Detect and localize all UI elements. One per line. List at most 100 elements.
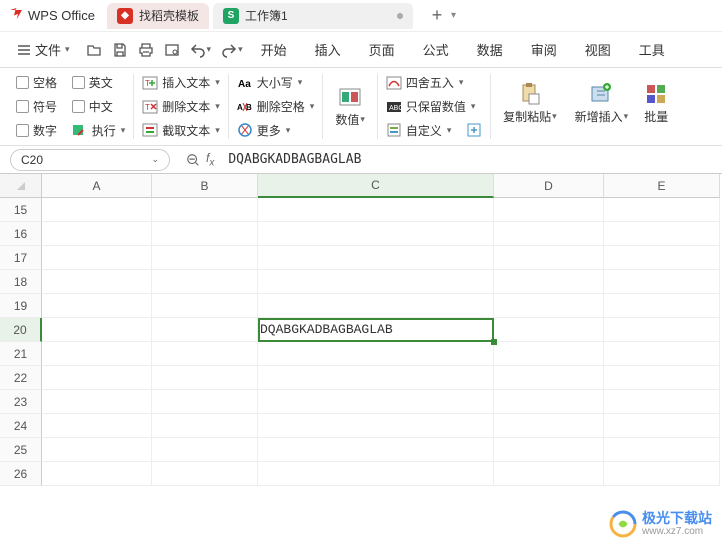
watermark-logo-icon (608, 509, 638, 539)
file-menu-label: 文件 (35, 40, 61, 59)
col-header-e[interactable]: E (604, 174, 720, 198)
row-header[interactable]: 17 (0, 246, 42, 270)
ribbon-group-number: 四舍五入▾ ABC只保留数值▾ 自定义▾ (378, 74, 491, 139)
row-header-active[interactable]: 20 (0, 318, 42, 342)
delete-space-button[interactable]: AB删除空格▾ (237, 98, 315, 116)
checkbox-space[interactable] (16, 76, 29, 89)
hamburger-icon (16, 42, 32, 58)
grid-body[interactable]: DQABGKADBAGBAGLAB (42, 198, 720, 486)
checkbox-chinese[interactable] (72, 100, 85, 113)
more-button[interactable]: 更多▾ (237, 121, 315, 139)
cell-c20[interactable]: DQABGKADBAGBAGLAB (258, 318, 494, 342)
svg-text:Aa: Aa (238, 79, 251, 90)
col-header-c[interactable]: C (258, 174, 494, 198)
extract-text-button[interactable]: 截取文本▾ (142, 121, 220, 139)
copy-paste-button[interactable]: 复制粘贴▾ (499, 80, 561, 127)
delete-text-icon: T (142, 99, 158, 115)
insert-text-label: 插入文本 (162, 74, 210, 91)
watermark: 极光下载站 www.xz7.com (608, 509, 712, 539)
row-header[interactable]: 16 (0, 222, 42, 246)
batch-button[interactable]: 批量 (642, 80, 670, 127)
ribbon-group-actions: 复制粘贴▾ 新增插入▾ 批量 (491, 74, 678, 139)
custom-button[interactable]: 自定义▾ (386, 121, 482, 139)
svg-text:A: A (237, 103, 243, 112)
name-box[interactable]: C20 ⌄ (10, 149, 170, 171)
app-title: WPS Office (8, 8, 95, 24)
ribbon: 空格 英文 符号 中文 数字 执行▾ T插入文本▾ T删除文本▾ 截取文本▾ A… (0, 68, 722, 146)
add-custom-icon[interactable] (466, 122, 482, 138)
redo-icon[interactable] (221, 42, 237, 58)
value-icon (338, 85, 362, 109)
insert-new-button[interactable]: 新增插入▾ (571, 80, 633, 127)
row-header[interactable]: 19 (0, 294, 42, 318)
tab-review[interactable]: 审阅 (531, 40, 557, 59)
tab-insert[interactable]: 插入 (315, 40, 341, 59)
more-label: 更多 (257, 122, 281, 139)
fx-icon[interactable]: fx (206, 151, 214, 168)
redo-dropdown-icon[interactable]: ▾ (238, 44, 243, 55)
tab-template[interactable]: ◆ 找稻壳模板 (107, 3, 209, 29)
row-header[interactable]: 18 (0, 270, 42, 294)
checkbox-english[interactable] (72, 76, 85, 89)
col-header-b[interactable]: B (152, 174, 258, 198)
tab-formula[interactable]: 公式 (423, 40, 449, 59)
preview-icon[interactable] (164, 42, 180, 58)
round-button[interactable]: 四舍五入▾ (386, 74, 482, 92)
tab-start[interactable]: 开始 (261, 40, 287, 59)
quick-access-toolbar: ▾ ▾ (86, 42, 243, 58)
case-icon: Aa (237, 75, 253, 91)
tab-workbook[interactable]: S 工作簿1 (213, 3, 413, 29)
insert-text-icon: T (142, 75, 158, 91)
tab-page[interactable]: 页面 (369, 40, 395, 59)
select-all-corner[interactable] (0, 174, 42, 198)
row-header[interactable]: 25 (0, 438, 42, 462)
menu-tabs: 开始 插入 页面 公式 数据 审阅 视图 工具 (261, 40, 665, 59)
row-header[interactable]: 23 (0, 390, 42, 414)
save-icon[interactable] (112, 42, 128, 58)
undo-dropdown-icon[interactable]: ▾ (207, 44, 212, 55)
fill-handle[interactable] (491, 339, 497, 345)
new-tab-button[interactable]: + (425, 4, 449, 28)
wps-logo-icon (8, 8, 24, 24)
case-button[interactable]: Aa大小写▾ (237, 74, 315, 92)
execute-icon (72, 122, 88, 138)
more-icon (237, 122, 253, 138)
name-box-dropdown-icon[interactable]: ⌄ (151, 154, 159, 165)
formula-bar: C20 ⌄ fx DQABGKADBAGBAGLAB (0, 146, 722, 174)
checkbox-number[interactable] (16, 124, 29, 137)
delete-text-button[interactable]: T删除文本▾ (142, 98, 220, 116)
round-label: 四舍五入 (406, 74, 454, 91)
row-header[interactable]: 15 (0, 198, 42, 222)
row-headers: 15 16 17 18 19 20 21 22 23 24 25 26 (0, 198, 42, 486)
col-header-a[interactable]: A (42, 174, 152, 198)
spreadsheet-icon: S (223, 8, 239, 24)
ribbon-group-value: 数值▾ (323, 74, 378, 139)
undo-icon[interactable] (190, 42, 206, 58)
file-menu-button[interactable]: 文件 ▾ (8, 36, 78, 63)
tab-tools[interactable]: 工具 (639, 40, 665, 59)
print-icon[interactable] (138, 42, 154, 58)
col-header-d[interactable]: D (494, 174, 604, 198)
label-chinese: 中文 (89, 98, 113, 115)
row-header[interactable]: 24 (0, 414, 42, 438)
label-execute[interactable]: 执行 (92, 122, 116, 139)
case-label: 大小写 (257, 74, 293, 91)
row-header[interactable]: 26 (0, 462, 42, 486)
zoom-out-icon[interactable] (186, 153, 200, 167)
insert-text-button[interactable]: T插入文本▾ (142, 74, 220, 92)
app-name-label: WPS Office (28, 8, 95, 23)
keep-number-button[interactable]: ABC只保留数值▾ (386, 98, 482, 116)
tab-data[interactable]: 数据 (477, 40, 503, 59)
formula-input[interactable]: DQABGKADBAGBAGLAB (224, 150, 722, 169)
template-icon: ◆ (117, 8, 133, 24)
value-button[interactable]: 数值▾ (331, 83, 369, 130)
tab-view[interactable]: 视图 (585, 40, 611, 59)
row-header[interactable]: 21 (0, 342, 42, 366)
open-icon[interactable] (86, 42, 102, 58)
menu-row: 文件 ▾ ▾ ▾ 开始 插入 页面 公式 数据 审阅 视图 工具 (0, 32, 722, 68)
delete-space-label: 删除空格 (257, 98, 305, 115)
spreadsheet: A B C D E 15 16 17 18 19 20 21 22 23 24 … (0, 174, 722, 519)
new-tab-dropdown-icon[interactable]: ▾ (451, 10, 456, 21)
row-header[interactable]: 22 (0, 366, 42, 390)
checkbox-symbol[interactable] (16, 100, 29, 113)
